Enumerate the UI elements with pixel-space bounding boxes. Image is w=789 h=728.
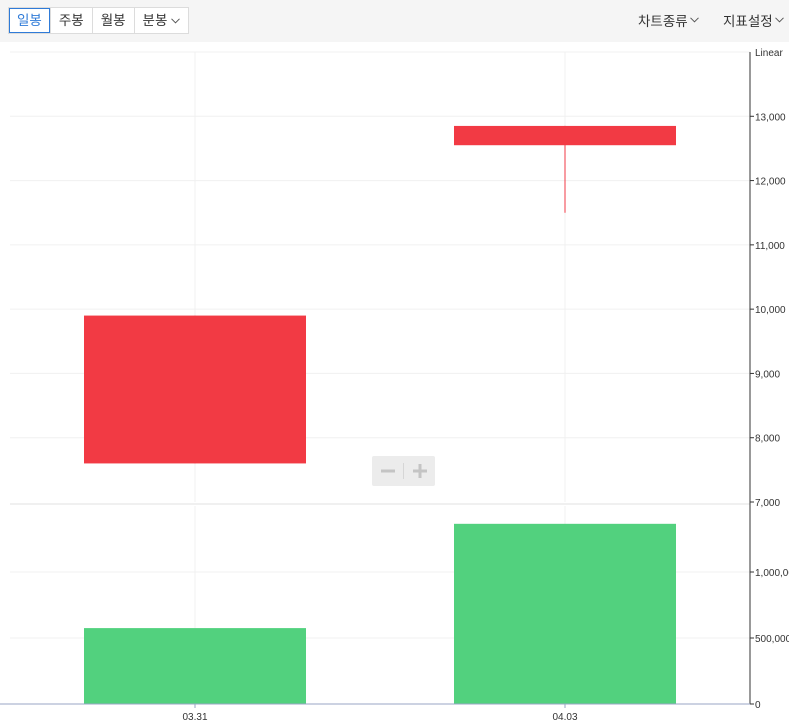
price-tick-label: 12,000 (755, 177, 786, 188)
chart-type-label: 차트종류 (638, 14, 688, 29)
volume-panel (10, 506, 750, 704)
plus-icon (412, 464, 427, 478)
volume-tick-label: 0 (755, 700, 761, 711)
indicator-settings-dropdown[interactable]: 지표설정 (723, 10, 784, 30)
chevron-down-icon (171, 17, 181, 24)
x-tick-label: 04.03 (552, 712, 577, 723)
candle-body (454, 125, 676, 146)
period-weekly-button[interactable]: 주봉 (49, 8, 92, 33)
zoom-in-button[interactable] (404, 456, 435, 486)
chevron-down-icon (689, 17, 699, 23)
price-tick-label: 8,000 (755, 434, 780, 445)
volume-tick-label: 500,000 (755, 634, 789, 645)
period-selector: 일봉 주봉 월봉 분봉 (8, 7, 190, 34)
price-tick-label: 11,000 (755, 241, 785, 252)
period-minute-dropdown[interactable]: 분봉 (133, 8, 189, 33)
period-minute-label: 분봉 (142, 13, 168, 28)
indicator-settings-label: 지표설정 (723, 14, 773, 29)
zoom-control (372, 456, 435, 486)
price-tick-label: 9,000 (755, 369, 780, 380)
volume-bar (454, 523, 676, 704)
price-tick-label: 13,000 (755, 112, 786, 123)
period-monthly-button[interactable]: 월봉 (91, 8, 134, 33)
volume-tick-label: 1,000,000 (755, 568, 789, 579)
stock-chart[interactable]: 7,000 8,000 9,000 10,000 11,000 12,000 13,000 L… (0, 42, 789, 728)
chart-type-dropdown[interactable]: 차트종류 (638, 10, 699, 30)
zoom-out-button[interactable] (372, 456, 403, 486)
price-panel (10, 51, 750, 502)
chart-toolbar: 일봉 주봉 월봉 분봉 차트종류 지표설정 (0, 0, 789, 42)
x-tick-label: 03.31 (182, 712, 207, 723)
price-tick-label: 10,000 (755, 305, 786, 316)
candle-body (84, 315, 306, 464)
minus-icon (380, 469, 395, 473)
price-tick-label: 7,000 (755, 498, 780, 509)
volume-bar (84, 628, 306, 704)
period-daily-button[interactable]: 일봉 (9, 8, 50, 33)
scale-label: Linear (755, 48, 783, 59)
chevron-down-icon (774, 17, 784, 23)
